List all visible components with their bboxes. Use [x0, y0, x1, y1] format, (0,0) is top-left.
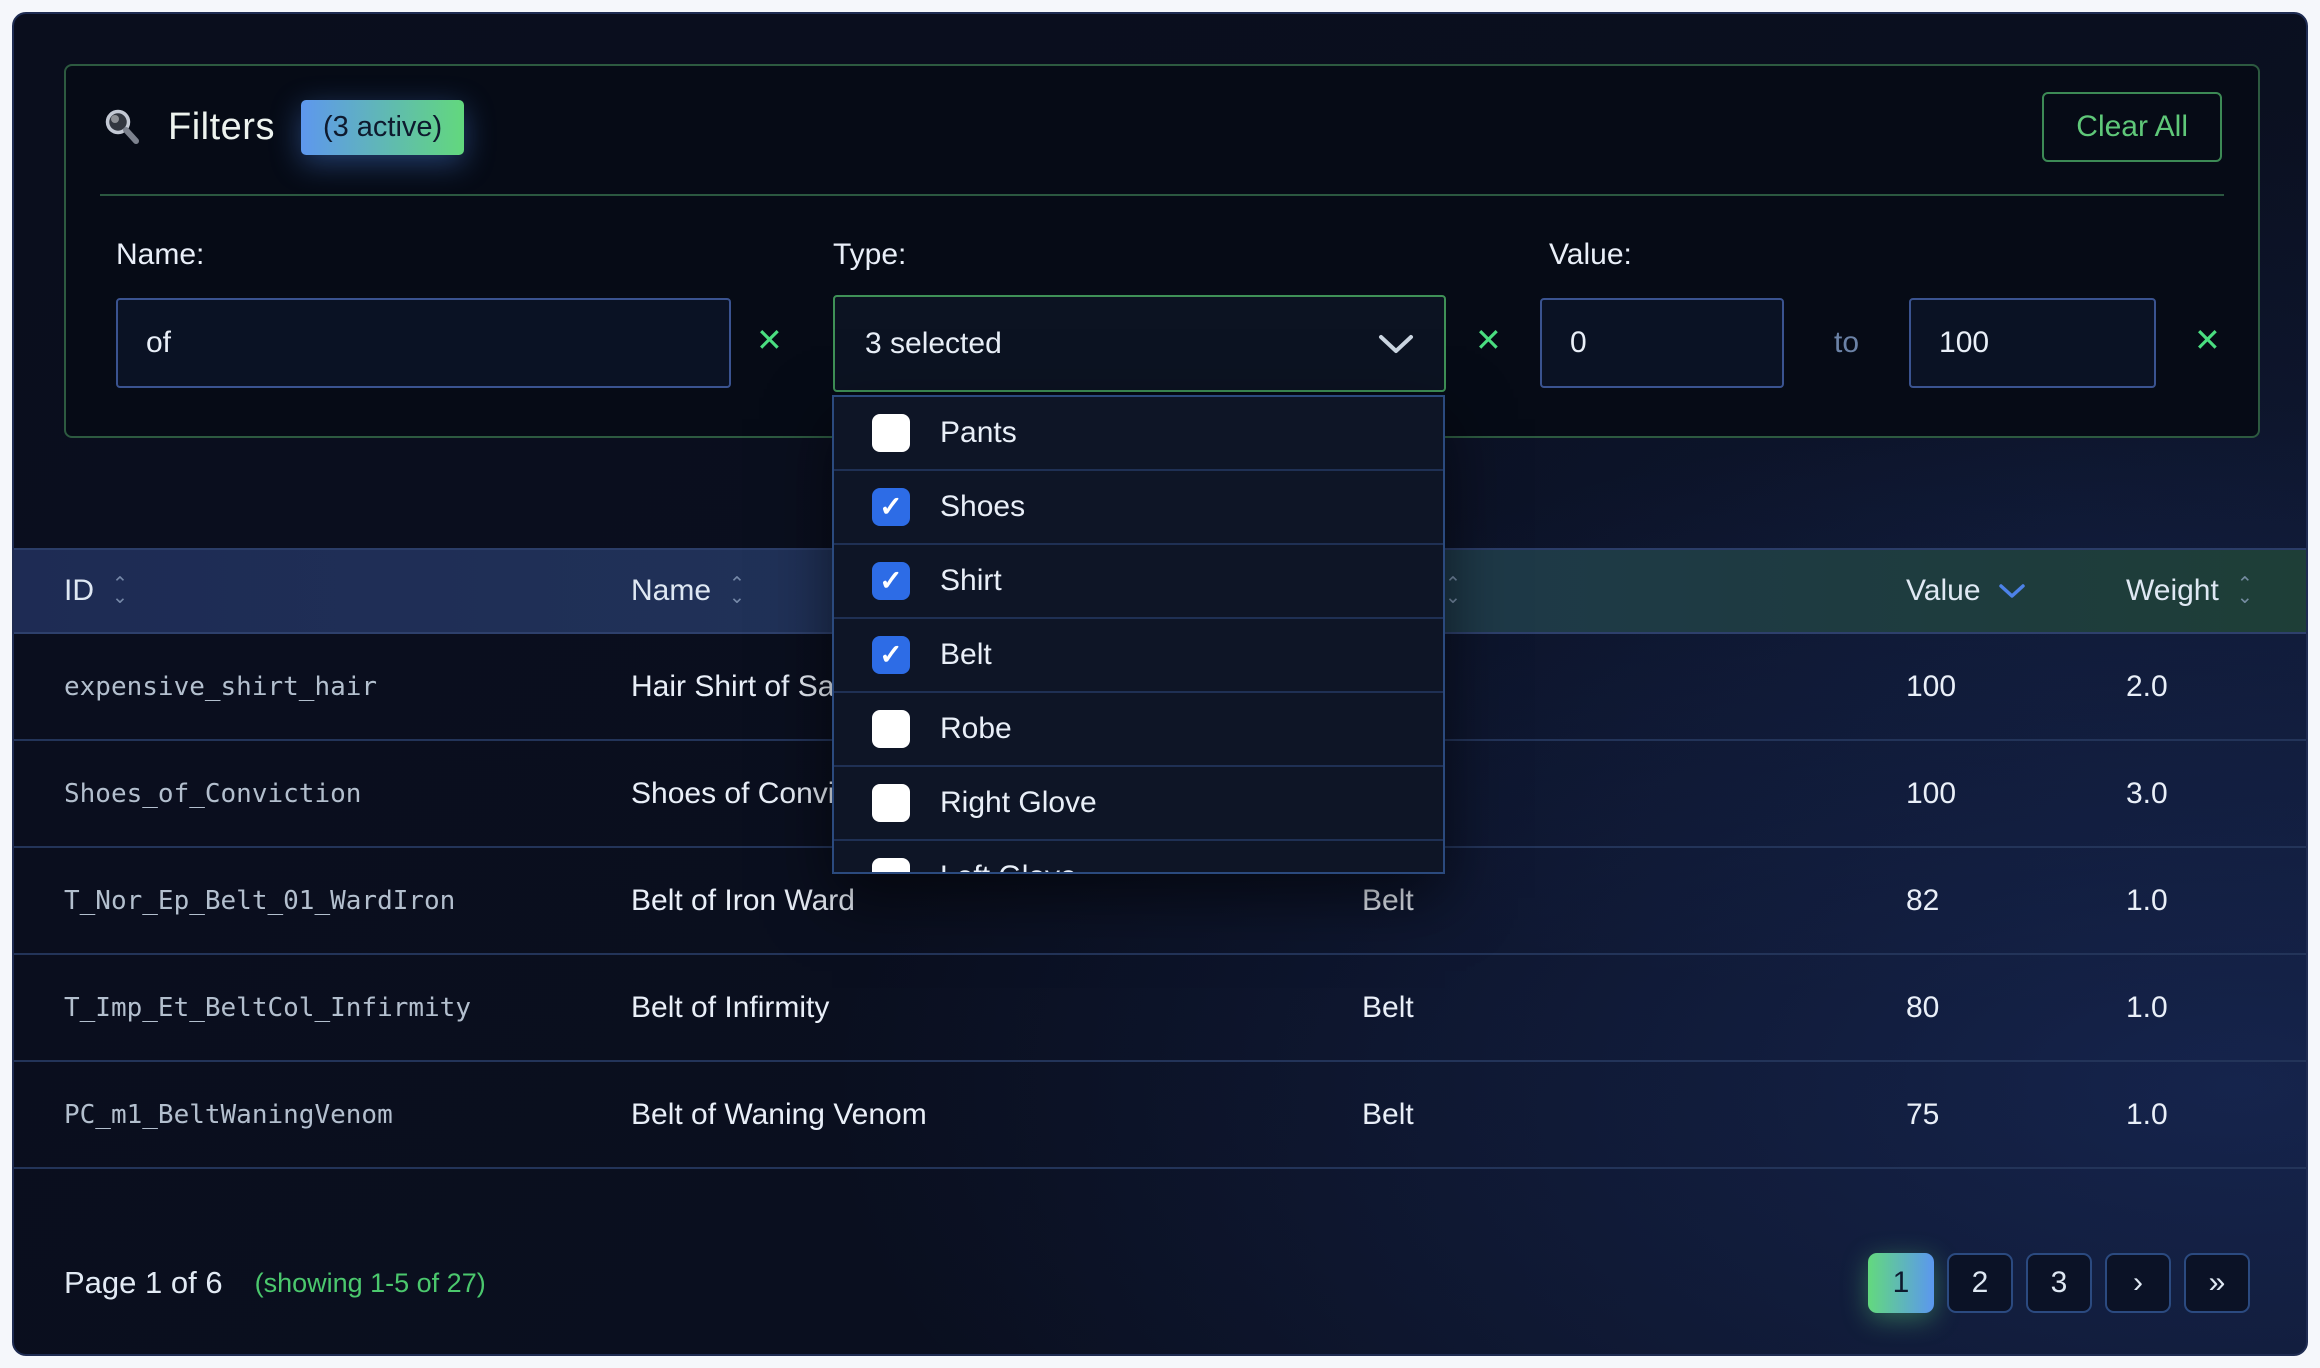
column-header-id[interactable]: ID ⌃⌄ [64, 550, 128, 632]
cell-name: Belt of Iron Ward [631, 884, 855, 918]
checkbox-checked-icon[interactable]: ✓ [872, 488, 910, 526]
filters-header: Filters (3 active) Clear All [102, 92, 2222, 162]
filters-panel: Filters (3 active) Clear All Name: ✕ Typ… [64, 64, 2260, 438]
cell-value: 75 [1906, 1098, 1939, 1132]
type-option-label: Right Glove [940, 786, 1097, 820]
cell-name: Hair Shirt of Sai [631, 670, 841, 704]
cell-value: 100 [1906, 670, 1956, 704]
type-option-shoes[interactable]: ✓ Shoes [834, 471, 1443, 545]
value-filter-label: Value: [1549, 238, 1632, 272]
cell-name: Belt of Infirmity [631, 991, 829, 1025]
next-page-button[interactable]: › [2105, 1253, 2171, 1313]
column-label-weight: Weight [2126, 574, 2219, 608]
filters-title: Filters [168, 106, 275, 149]
type-option-label: Shoes [940, 490, 1025, 524]
pagination-footer: Page 1 of 6 (showing 1-5 of 27) 123›» [64, 1252, 2250, 1314]
sort-both-icon: ⌃⌄ [2237, 578, 2253, 604]
type-option-label: Left Glove [940, 860, 1077, 874]
filters-divider [100, 194, 2224, 196]
checkbox-unchecked-icon[interactable] [872, 784, 910, 822]
last-page-button[interactable]: » [2184, 1253, 2250, 1313]
name-filter-input[interactable] [116, 298, 731, 388]
type-option-label: Belt [940, 638, 992, 672]
column-header-value[interactable]: Value [1906, 550, 2025, 632]
page-2-button[interactable]: 2 [1947, 1253, 2013, 1313]
checkbox-checked-icon[interactable]: ✓ [872, 636, 910, 674]
type-filter-label: Type: [833, 238, 906, 272]
cell-id: Shoes_of_Conviction [64, 779, 361, 809]
sort-desc-icon [1999, 583, 2025, 599]
page-showing-count: (showing 1-5 of 27) [255, 1268, 486, 1299]
cell-name: Belt of Waning Venom [631, 1098, 927, 1132]
cell-id: expensive_shirt_hair [64, 672, 377, 702]
cell-value: 100 [1906, 777, 1956, 811]
type-option-label: Robe [940, 712, 1012, 746]
sort-both-icon: ⌃⌄ [729, 578, 745, 604]
cell-weight: 2.0 [2126, 670, 2168, 704]
checkbox-checked-icon[interactable]: ✓ [872, 562, 910, 600]
clear-all-button[interactable]: Clear All [2042, 92, 2222, 162]
table-row[interactable]: PC_m1_BeltWaningVenom Belt of Waning Veno… [14, 1062, 2306, 1169]
cell-value: 80 [1906, 991, 1939, 1025]
type-option-label: Shirt [940, 564, 1002, 598]
type-option-shirt[interactable]: ✓ Shirt [834, 545, 1443, 619]
cell-id: PC_m1_BeltWaningVenom [64, 1100, 393, 1130]
page-status: Page 1 of 6 [64, 1265, 223, 1301]
cell-value: 82 [1906, 884, 1939, 918]
column-label-value: Value [1906, 574, 1981, 608]
table-row[interactable]: T_Imp_Et_BeltCol_Infirmity Belt of Infirm… [14, 955, 2306, 1062]
column-label-id: ID [64, 574, 94, 608]
type-option-left-glove[interactable]: Left Glove [834, 841, 1443, 874]
search-icon [102, 107, 142, 147]
value-to-label: to [1834, 326, 1859, 360]
page-1-button[interactable]: 1 [1868, 1253, 1934, 1313]
cell-type: Belt [1362, 1098, 1414, 1132]
cell-weight: 1.0 [2126, 1098, 2168, 1132]
checkbox-unchecked-icon[interactable] [872, 858, 910, 874]
checkmark-icon: ✓ [879, 641, 902, 669]
type-option-right-glove[interactable]: Right Glove [834, 767, 1443, 841]
type-select-value: 3 selected [865, 327, 1002, 361]
checkmark-icon: ✓ [879, 567, 902, 595]
value-max-input[interactable] [1909, 298, 2156, 388]
checkbox-unchecked-icon[interactable] [872, 414, 910, 452]
type-option-belt[interactable]: ✓ Belt [834, 619, 1443, 693]
cell-id: T_Nor_Ep_Belt_01_WardIron [64, 886, 455, 916]
type-option-label: Pants [940, 416, 1017, 450]
item-browser-window: Filters (3 active) Clear All Name: ✕ Typ… [12, 12, 2308, 1356]
page-3-button[interactable]: 3 [2026, 1253, 2092, 1313]
column-header-name[interactable]: Name ⌃⌄ [631, 550, 745, 632]
cell-weight: 1.0 [2126, 991, 2168, 1025]
checkmark-icon: ✓ [879, 493, 902, 521]
cell-type: Belt [1362, 884, 1414, 918]
cell-name: Shoes of Convic [631, 777, 849, 811]
cell-type: Belt [1362, 991, 1414, 1025]
clear-value-filter-button[interactable]: ✕ [2194, 324, 2221, 356]
chevron-down-icon [1378, 333, 1414, 355]
checkbox-unchecked-icon[interactable] [872, 710, 910, 748]
active-filters-badge: (3 active) [301, 100, 464, 155]
column-header-weight[interactable]: Weight ⌃⌄ [2126, 550, 2253, 632]
name-filter-label: Name: [116, 238, 204, 272]
type-filter-select[interactable]: 3 selected [833, 295, 1446, 392]
value-filter-row: to [1540, 298, 2156, 388]
cell-weight: 3.0 [2126, 777, 2168, 811]
type-option-robe[interactable]: Robe [834, 693, 1443, 767]
type-option-pants[interactable]: Pants [834, 397, 1443, 471]
clear-type-filter-button[interactable]: ✕ [1475, 324, 1502, 356]
sort-both-icon: ⌃⌄ [1445, 578, 1461, 604]
clear-name-filter-button[interactable]: ✕ [756, 324, 783, 356]
column-label-name: Name [631, 574, 711, 608]
type-dropdown-menu: Pants ✓ Shoes ✓ Shirt ✓ Belt Robe Right Glove Lef… [832, 395, 1445, 874]
cell-id: T_Imp_Et_BeltCol_Infirmity [64, 993, 471, 1023]
value-min-input[interactable] [1540, 298, 1784, 388]
cell-weight: 1.0 [2126, 884, 2168, 918]
pagination-buttons: 123›» [1868, 1253, 2250, 1313]
sort-both-icon: ⌃⌄ [112, 578, 128, 604]
